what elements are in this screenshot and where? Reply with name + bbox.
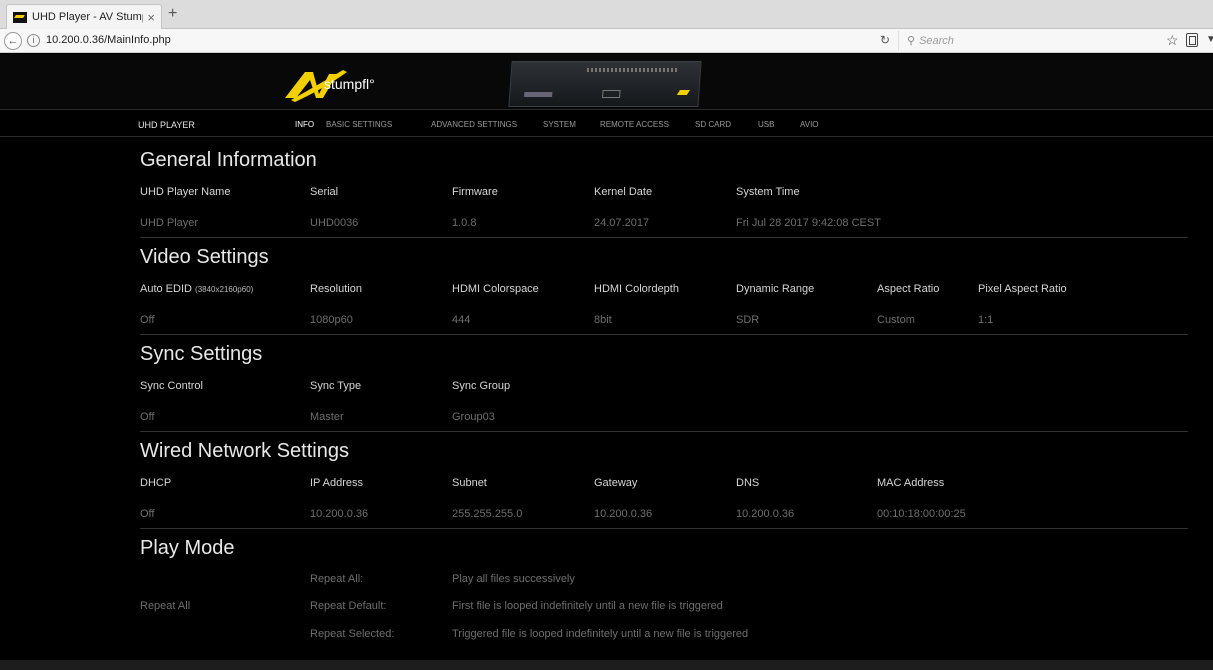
subnet-label: Subnet [452,477,487,489]
sync-group-value: Group03 [452,411,495,423]
sync-control-label: Sync Control [140,380,203,392]
pixel-aspect-ratio-value: 1:1 [978,314,994,326]
firmware-label: Firmware [452,186,498,198]
av-stumpfl-favicon-icon [13,11,27,23]
menu-item-usb[interactable]: USB [758,120,774,129]
aspect-ratio-label: Aspect Ratio [877,283,940,295]
reload-icon[interactable]: ↻ [880,33,890,47]
sync-type-value: Master [310,411,344,423]
video-settings-title: Video Settings [140,246,269,268]
gateway-value: 10.200.0.36 [594,508,653,520]
menu-item-system[interactable]: SYSTEM [543,120,576,129]
page-header: stumpfl° [0,54,1213,110]
device-logo-icon [676,90,691,95]
browser-tab-bar: UHD Player - AV Stumpfl × + [0,0,1213,29]
back-arrow-icon[interactable]: ← [4,32,22,50]
search-placeholder: Search [919,34,954,47]
sync-group-label: Sync Group [452,380,511,392]
sync-control-value: Off [140,411,155,423]
serial-label: Serial [310,186,339,198]
sync-type-label: Sync Type [310,380,362,392]
main-menu: UHD PLAYER INFO BASIC SETTINGS ADVANCED … [0,111,1213,137]
player-name-label: UHD Player Name [140,186,231,198]
logo-text: stumpfl° [324,76,375,92]
browser-nav-bar: ← i 10.200.0.36/MainInfo.php ↻ ⚲ Search … [0,29,1213,53]
device-label [524,92,553,97]
system-time-label: System Time [736,186,800,198]
auto-edid-label-text: Auto EDID [140,283,192,295]
system-time-value: Fri Jul 28 2017 9:42:08 CEST [736,217,881,229]
firmware-value: 1.0.8 [452,217,477,229]
kernel-date-value: 24.07.2017 [594,217,650,229]
clipboard-icon[interactable] [1186,33,1198,47]
bookmark-star-icon[interactable]: ☆ [1166,32,1179,49]
play-mode-title: Play Mode [140,537,235,559]
repeat-all-option-desc: Play all files successively [452,573,575,585]
ip-address-value: 10.200.0.36 [310,508,369,520]
menu-item-basic-settings[interactable]: BASIC SETTINGS [326,120,392,129]
chevron-down-icon[interactable]: ▼ [1206,34,1213,45]
auto-edid-label: Auto EDID (3840x2160p60) [140,283,253,295]
dns-value: 10.200.0.36 [736,508,795,520]
bottom-bar [0,660,1213,670]
serial-value: UHD0036 [310,217,359,229]
hdmi-colordepth-value: 8bit [594,314,612,326]
tab-title: UHD Player - AV Stumpfl [32,11,144,23]
repeat-default-option-desc: First file is looped indefinitely until … [452,600,723,612]
menu-item-info[interactable]: INFO [295,120,314,129]
menu-item-remote-access[interactable]: REMOTE ACCESS [600,120,669,129]
hdmi-colorspace-value: 444 [452,314,471,326]
search-icon: ⚲ [907,35,916,47]
subnet-value: 255.255.255.0 [452,508,523,520]
dynamic-range-label: Dynamic Range [736,283,815,295]
mac-address-label: MAC Address [877,477,945,489]
brand-title: UHD PLAYER [138,120,195,130]
page-content: stumpfl° UHD PLAYER INFO BASIC SETTINGS … [0,54,1213,670]
divider [140,528,1188,529]
repeat-selected-option-desc: Triggered file is looped indefinitely un… [452,628,749,640]
hdmi-colorspace-label: HDMI Colorspace [452,283,539,295]
new-tab-button[interactable]: + [168,5,177,23]
device-image [508,61,702,107]
gateway-label: Gateway [594,477,638,489]
divider [140,237,1188,238]
play-mode-value: Repeat All [140,600,191,612]
menu-item-avio[interactable]: AVIO [800,120,819,129]
search-input[interactable]: ⚲ Search [898,31,1126,50]
pixel-aspect-ratio-label: Pixel Aspect Ratio [978,283,1067,295]
dynamic-range-value: SDR [736,314,760,326]
dhcp-value: Off [140,508,155,520]
resolution-value: 1080p60 [310,314,353,326]
hdmi-colordepth-label: HDMI Colordepth [594,283,679,295]
sync-settings-title: Sync Settings [140,343,263,365]
resolution-label: Resolution [310,283,362,295]
address-bar[interactable]: 10.200.0.36/MainInfo.php [46,34,171,46]
repeat-all-option-name: Repeat All: [310,573,364,585]
menu-item-advanced-settings[interactable]: ADVANCED SETTINGS [431,120,517,129]
kernel-date-label: Kernel Date [594,186,653,198]
auto-edid-value: Off [140,314,155,326]
divider [140,431,1188,432]
ip-address-label: IP Address [310,477,363,489]
wired-network-title: Wired Network Settings [140,440,349,462]
close-tab-icon[interactable]: × [147,10,155,25]
aspect-ratio-value: Custom [877,314,915,326]
auto-edid-note: (3840x2160p60) [195,285,254,294]
repeat-selected-option-name: Repeat Selected: [310,628,395,640]
repeat-default-option-name: Repeat Default: [310,600,387,612]
site-info-icon[interactable]: i [27,34,40,47]
player-name-value: UHD Player [140,217,199,229]
dhcp-label: DHCP [140,477,172,489]
divider [140,334,1188,335]
general-information-title: General Information [140,149,317,171]
mac-address-value: 00:10:18:00:00:25 [877,508,966,520]
browser-tab[interactable]: UHD Player - AV Stumpfl × [6,4,162,29]
device-port [602,90,621,98]
dns-label: DNS [736,477,760,489]
menu-item-sd-card[interactable]: SD CARD [695,120,731,129]
